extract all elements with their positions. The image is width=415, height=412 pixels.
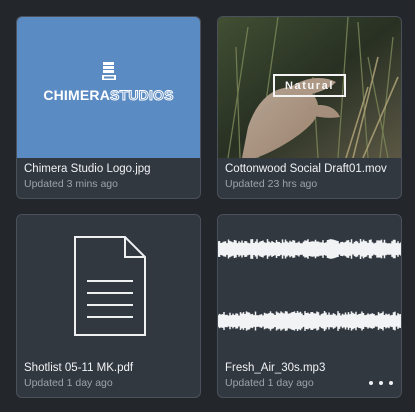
file-card-cottonwood-video[interactable]: Natural Cottonwood Social Draft01.mov Up… [217,16,402,199]
file-card-fresh-air-audio[interactable]: Fresh_Air_30s.mp3 Updated 1 day ago [217,214,402,398]
file-updated-time: Updated 3 mins ago [24,178,118,190]
file-updated-time: Updated 23 hrs ago [225,178,318,190]
file-name[interactable]: Shotlist 05-11 MK.pdf [24,361,193,375]
file-name[interactable]: Cottonwood Social Draft01.mov [225,162,394,176]
chimera-logo: CHIMERASTUDIOS [17,61,200,104]
file-thumbnail[interactable] [218,215,401,357]
file-thumbnail[interactable]: CHIMERASTUDIOS [17,17,200,158]
logo-wordmark: CHIMERASTUDIOS [43,87,174,104]
chimera-stack-icon [101,62,116,80]
waveform-icon [218,239,401,331]
file-thumbnail[interactable] [17,215,200,357]
file-thumbnail[interactable]: Natural [218,17,401,158]
file-name[interactable]: Chimera Studio Logo.jpg [24,162,193,176]
document-icon [74,236,146,336]
file-card-chimera-logo[interactable]: CHIMERASTUDIOS Chimera Studio Logo.jpg U… [16,16,201,199]
file-card-shotlist-pdf[interactable]: Shotlist 05-11 MK.pdf Updated 1 day ago [16,214,201,398]
more-options-icon[interactable] [369,377,393,389]
video-overlay-title: Natural [273,74,346,97]
file-name[interactable]: Fresh_Air_30s.mp3 [225,361,394,375]
file-updated-time: Updated 1 day ago [24,377,113,389]
